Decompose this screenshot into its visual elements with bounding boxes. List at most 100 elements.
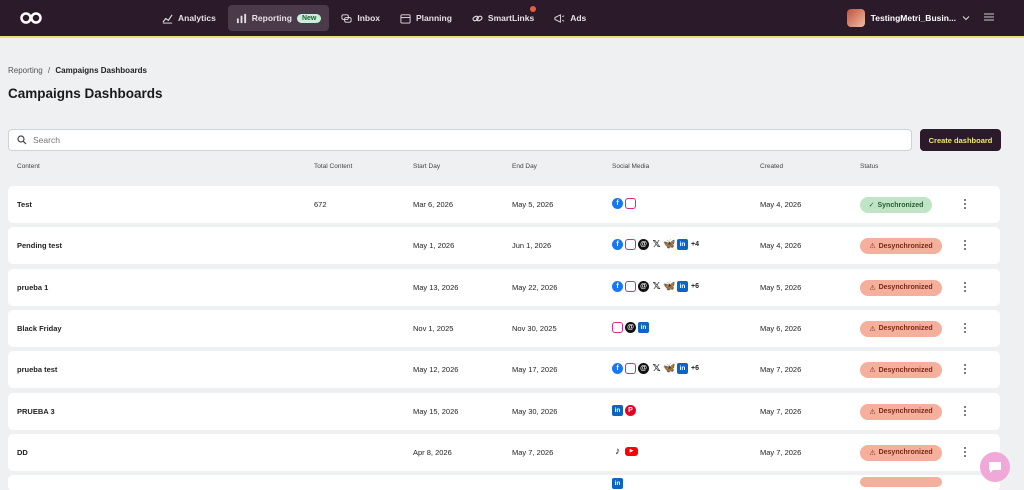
facebook-icon: f xyxy=(612,239,623,251)
new-badge: New xyxy=(296,13,322,23)
row-actions-menu-icon[interactable] xyxy=(961,281,969,293)
row-end-day: May 30, 2026 xyxy=(512,406,558,416)
chat-icon xyxy=(989,461,1001,473)
row-social-media: f xyxy=(612,198,636,209)
chevron-down-icon xyxy=(962,16,970,21)
bluesky-icon: 🦋 xyxy=(663,239,676,251)
x-twitter-icon: 𝕏 xyxy=(652,239,661,251)
row-start-day: May 12, 2026 xyxy=(413,365,459,375)
create-dashboard-button[interactable]: Create dashboard xyxy=(920,129,1001,151)
threads-icon: @ xyxy=(625,321,636,333)
column-header-total-content: Total Content xyxy=(314,163,353,170)
facebook-icon: f xyxy=(612,280,623,292)
row-end-day: May 17, 2026 xyxy=(512,365,558,375)
breadcrumb-separator: / xyxy=(47,66,51,75)
logo-icon[interactable] xyxy=(20,11,42,25)
table-row[interactable]: Pending test May 1, 2026 Jun 1, 2026 f @ 𝕏 🦋 in… xyxy=(8,227,1000,265)
linkedin-icon: in xyxy=(677,280,688,292)
table-row[interactable]: Test 672 Mar 6, 2026 May 5, 2026 f May 4, 202… xyxy=(8,186,1000,223)
table-header: Content Total Content Start Day End Day … xyxy=(8,163,1000,175)
nav-item-analytics[interactable]: Analytics xyxy=(154,5,224,31)
search-input[interactable] xyxy=(33,135,893,145)
row-created: May 5, 2026 xyxy=(760,282,802,292)
linkedin-icon: in xyxy=(612,478,623,490)
nav-item-ads[interactable]: Ads xyxy=(546,5,594,31)
chat-widget-button[interactable] xyxy=(980,452,1010,482)
more-socials-count: +6 xyxy=(691,365,699,373)
row-created: May 6, 2026 xyxy=(760,323,802,333)
row-content-name[interactable]: Pending test xyxy=(17,241,62,250)
row-created: May 7, 2026 xyxy=(760,365,802,375)
warning-icon: ⚠ xyxy=(869,367,876,375)
breadcrumb-parent[interactable]: Reporting xyxy=(8,66,43,75)
column-header-content: Content xyxy=(17,163,40,170)
instagram-icon xyxy=(625,239,636,251)
nav-item-reporting[interactable]: Reporting New xyxy=(227,5,330,31)
bluesky-icon: 🦋 xyxy=(663,363,676,375)
row-actions-menu-icon[interactable] xyxy=(961,322,969,334)
x-twitter-icon: 𝕏 xyxy=(652,280,661,292)
linkedin-icon: in xyxy=(638,321,649,333)
row-actions-menu-icon[interactable] xyxy=(961,405,969,417)
status-badge: ✓ Synchronized xyxy=(860,197,932,213)
row-actions-menu-icon[interactable] xyxy=(961,198,969,210)
check-icon: ✓ xyxy=(868,202,875,209)
row-actions-menu-icon[interactable] xyxy=(961,446,969,458)
user-menu[interactable]: TestingMetri_Busin... xyxy=(846,9,970,27)
row-created: May 4, 2026 xyxy=(760,241,802,251)
hamburger-menu-icon[interactable] xyxy=(984,12,994,22)
linkedin-icon: in xyxy=(612,404,623,416)
status-badge xyxy=(860,477,942,488)
tiktok-icon: ♪ xyxy=(615,445,620,457)
warning-icon: ⚠ xyxy=(869,243,876,251)
row-start-day: Apr 8, 2026 xyxy=(413,447,452,457)
row-end-day: May 7, 2026 xyxy=(512,447,554,457)
table-row[interactable]: PRUEBA 3 May 15, 2026 May 30, 2026 in P May 7… xyxy=(8,392,1000,430)
instagram-icon xyxy=(625,363,636,375)
threads-icon: @ xyxy=(638,239,649,251)
status-badge: ⚠ Desynchronized xyxy=(860,279,942,296)
avatar xyxy=(846,9,865,27)
row-content-name[interactable]: Black Friday xyxy=(17,324,62,333)
row-content-name[interactable]: prueba test xyxy=(17,365,57,374)
nav-item-label: Inbox xyxy=(357,13,381,23)
instagram-icon xyxy=(625,280,636,292)
facebook-icon: f xyxy=(612,198,623,209)
row-actions-menu-icon[interactable] xyxy=(961,363,969,375)
row-total-content: 672 xyxy=(314,200,327,209)
search-box[interactable] xyxy=(8,129,912,151)
bluesky-icon: 🦋 xyxy=(663,280,676,292)
row-social-media: f @ 𝕏 🦋 in +4 xyxy=(612,239,699,251)
nav-item-smartlinks[interactable]: SmartLinks xyxy=(464,5,542,31)
row-start-day: Mar 6, 2026 xyxy=(413,200,454,209)
row-content-name[interactable]: PRUEBA 3 xyxy=(17,407,55,416)
nav-item-inbox[interactable]: Inbox xyxy=(333,5,388,31)
row-content-name[interactable]: DD xyxy=(17,448,28,457)
page-title: Campaigns Dashboards xyxy=(8,86,163,101)
table-row[interactable]: DD Apr 8, 2026 May 7, 2026 ♪ ▶ May 7, 2026 ⚠ De… xyxy=(8,433,1000,471)
table-row[interactable]: prueba test May 12, 2026 May 17, 2026 f @ 𝕏 🦋 i… xyxy=(8,351,1000,389)
row-content-name[interactable]: prueba 1 xyxy=(17,283,48,292)
status-label: Desynchronized xyxy=(878,449,933,457)
x-twitter-icon: 𝕏 xyxy=(652,363,661,375)
nav-item-label: Ads xyxy=(570,13,587,23)
warning-icon: ⚠ xyxy=(869,408,876,416)
column-header-start-day: Start Day xyxy=(413,163,441,170)
column-header-social-media: Social Media xyxy=(612,163,650,170)
row-content-name[interactable]: Test xyxy=(17,200,32,209)
youtube-icon: ▶ xyxy=(625,446,638,456)
row-social-media: @ in xyxy=(612,321,649,333)
nav-item-label: Reporting xyxy=(251,13,292,23)
breadcrumb: Reporting / Campaigns Dashboards xyxy=(8,66,147,75)
table-row[interactable]: prueba 1 May 13, 2026 May 22, 2026 f @ 𝕏 🦋 in +6… xyxy=(8,268,1000,306)
more-socials-count: +6 xyxy=(691,282,699,290)
facebook-icon: f xyxy=(612,363,623,375)
nav-item-label: SmartLinks xyxy=(487,13,535,23)
nav-item-planning[interactable]: Planning xyxy=(392,5,460,31)
table-row[interactable]: in xyxy=(8,475,1000,490)
status-badge: ⚠ Desynchronized xyxy=(860,238,942,255)
table-row[interactable]: Black Friday Nov 1, 2025 Nov 30, 2025 @ in Ma… xyxy=(8,309,1000,347)
row-actions-menu-icon[interactable] xyxy=(961,239,969,251)
bar-chart-icon xyxy=(236,13,246,23)
main-nav: Analytics Reporting New Inbox Planning S… xyxy=(154,5,594,31)
